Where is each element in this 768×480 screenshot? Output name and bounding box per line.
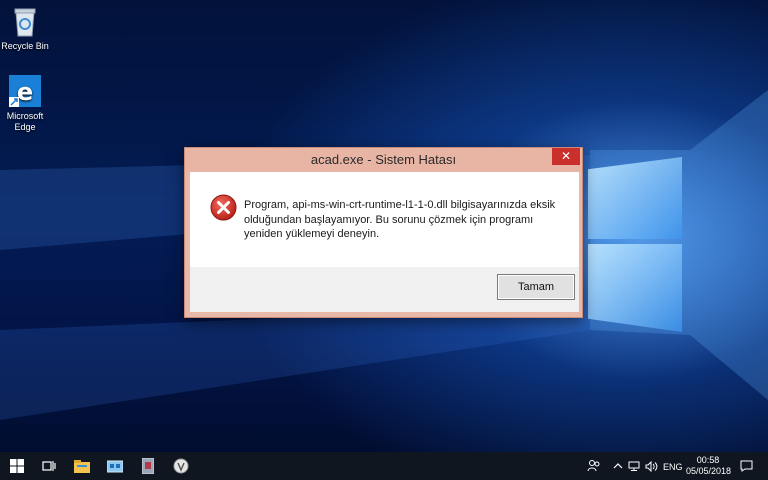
file-explorer-icon (74, 460, 90, 473)
start-icon (10, 459, 24, 473)
app-icon (173, 458, 189, 474)
svg-text:e: e (17, 78, 33, 106)
file-explorer-button[interactable] (65, 452, 99, 480)
windows-logo-pane-top (588, 157, 682, 239)
show-hidden-icons-button[interactable] (610, 452, 626, 480)
app-icon (142, 458, 154, 474)
windows-logo-pane-bottom (588, 244, 682, 332)
taskbar: ENG 00:58 05/05/2018 (0, 452, 768, 480)
action-center-button[interactable] (735, 452, 757, 480)
dialog-title: acad.exe - Sistem Hatası (310, 152, 457, 167)
store-icon (107, 460, 123, 472)
edge-icon: e (8, 74, 42, 108)
dialog-footer: Tamam (190, 267, 579, 312)
people-icon (587, 460, 600, 472)
people-button[interactable] (580, 452, 608, 480)
dialog-titlebar[interactable]: acad.exe - Sistem Hatası ✕ (185, 148, 582, 171)
recycle-bin-icon (8, 4, 42, 38)
store-button[interactable] (98, 452, 132, 480)
edge-label: Microsoft Edge (6, 111, 44, 132)
close-button[interactable]: ✕ (552, 148, 580, 165)
start-button[interactable] (0, 452, 34, 480)
chevron-up-icon (613, 463, 623, 469)
edge-shortcut[interactable]: e Microsoft Edge (0, 74, 55, 133)
network-icon (628, 461, 640, 471)
network-button[interactable] (626, 452, 642, 480)
language-indicator[interactable]: ENG (663, 462, 683, 472)
recycle-bin-shortcut[interactable]: Recycle Bin (0, 4, 55, 52)
error-icon (210, 194, 237, 221)
task-view-button[interactable] (32, 452, 66, 480)
taskbar-app-button[interactable] (164, 452, 198, 480)
taskbar-app-button[interactable] (131, 452, 165, 480)
clock-date: 05/05/2018 (686, 466, 732, 476)
notification-icon (740, 460, 752, 472)
volume-icon (645, 460, 657, 472)
clock-time: 00:58 (696, 455, 720, 465)
clock[interactable]: 00:58 05/05/2018 (686, 455, 732, 477)
volume-button[interactable] (642, 452, 660, 480)
error-dialog: acad.exe - Sistem Hatası ✕ Program, api-… (184, 147, 583, 318)
recycle-bin-label: Recycle Bin (1, 41, 49, 51)
task-view-icon (42, 461, 56, 471)
dialog-content: Program, api-ms-win-crt-runtime-l1-1-0.d… (190, 172, 579, 267)
error-message: Program, api-ms-win-crt-runtime-l1-1-0.d… (244, 199, 556, 240)
ok-button[interactable]: Tamam (497, 274, 575, 300)
